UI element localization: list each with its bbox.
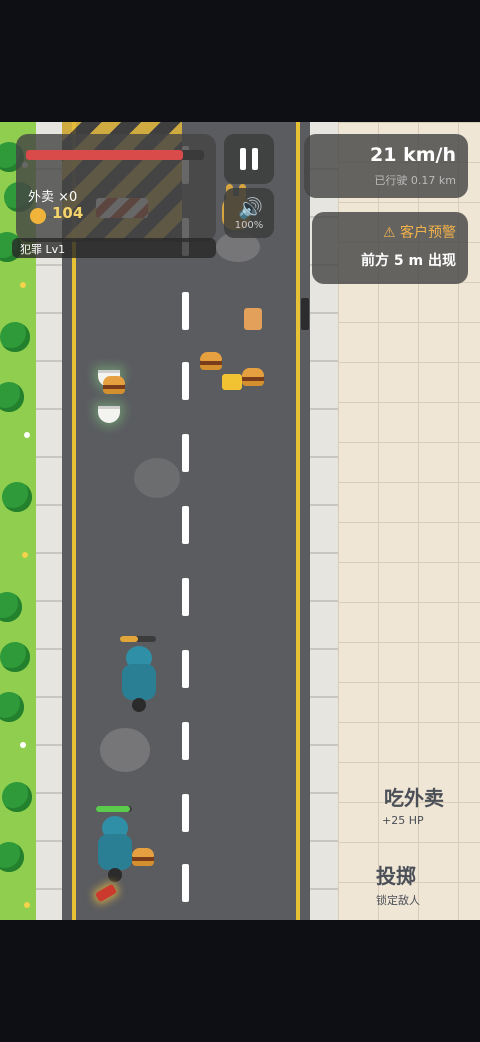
health-bar bbox=[26, 150, 204, 160]
smoke-cloud bbox=[134, 458, 180, 498]
distance-readout: 已行驶 0.17 km bbox=[374, 174, 456, 187]
lane-dash bbox=[182, 506, 189, 544]
bush bbox=[0, 692, 24, 722]
speaker-icon: 🔊 bbox=[238, 196, 263, 220]
bush bbox=[0, 322, 30, 352]
warning-text: 前方 5 m 出现 bbox=[361, 253, 456, 269]
pause-button[interactable] bbox=[224, 134, 274, 184]
pause-icon bbox=[240, 148, 246, 170]
eat-delivery-button[interactable]: 吃外卖 +25 HP bbox=[370, 774, 470, 834]
flower bbox=[22, 552, 28, 558]
lane-dash bbox=[182, 650, 189, 688]
lane-dash bbox=[182, 722, 189, 760]
game-viewport: 外卖 ×0 104 犯罪 Lv1 🔊 100% 21 km/h 已行驶 0.17… bbox=[0, 122, 480, 920]
flower bbox=[24, 902, 30, 908]
coin-count: 104 bbox=[52, 204, 84, 222]
storm-drain bbox=[301, 298, 309, 330]
flower bbox=[20, 282, 26, 288]
right-yellow-line bbox=[296, 122, 300, 920]
bush bbox=[0, 842, 24, 872]
volume-button[interactable]: 🔊 100% bbox=[224, 188, 274, 238]
crime-level: 犯罪 Lv1 bbox=[20, 243, 66, 256]
customer-warning-panel: ⚠ 客户预警 前方 5 m 出现 bbox=[312, 212, 468, 284]
smoke-cloud bbox=[100, 728, 150, 772]
box-icon bbox=[222, 374, 242, 390]
warning-icon: ⚠ bbox=[382, 225, 400, 241]
bush bbox=[2, 782, 32, 812]
eat-sub: +25 HP bbox=[382, 814, 424, 827]
lane-dash bbox=[182, 864, 189, 902]
warning-title-row: ⚠ 客户预警 bbox=[383, 222, 456, 242]
enemy-rider-icon bbox=[120, 646, 158, 712]
flower bbox=[20, 742, 26, 748]
eat-label: 吃外卖 bbox=[384, 786, 444, 810]
burger-icon bbox=[242, 368, 264, 386]
bush bbox=[0, 642, 30, 672]
bush bbox=[0, 382, 24, 412]
throw-label: 投掷 bbox=[376, 864, 416, 888]
lane-dash bbox=[182, 362, 189, 400]
warning-title: 客户预警 bbox=[400, 225, 456, 241]
bag-icon bbox=[244, 308, 262, 330]
bush bbox=[0, 592, 22, 622]
player-health-bar bbox=[96, 806, 132, 812]
enemy-health-bar bbox=[120, 636, 156, 642]
lane-dash bbox=[182, 292, 189, 330]
lane-dash bbox=[182, 794, 189, 832]
coin-icon bbox=[30, 208, 46, 224]
status-panel: 外卖 ×0 104 bbox=[16, 134, 216, 242]
lane-dash bbox=[182, 578, 189, 616]
speed-panel: 21 km/h 已行驶 0.17 km bbox=[304, 134, 468, 198]
burger-icon bbox=[103, 376, 125, 394]
burger-icon bbox=[200, 352, 222, 370]
lane-dash bbox=[182, 434, 189, 472]
crime-bar: 犯罪 Lv1 bbox=[12, 238, 216, 258]
rider-icon bbox=[96, 816, 134, 882]
speed-readout: 21 km/h bbox=[370, 144, 456, 166]
volume-level: 100% bbox=[234, 220, 264, 231]
throw-button[interactable]: 投掷 锁定敌人 bbox=[370, 854, 470, 914]
bush bbox=[2, 482, 32, 512]
burger-icon bbox=[132, 848, 154, 866]
throw-sub: 锁定敌人 bbox=[376, 894, 420, 907]
flower bbox=[24, 432, 30, 438]
delivery-count: 外卖 ×0 bbox=[28, 190, 78, 205]
